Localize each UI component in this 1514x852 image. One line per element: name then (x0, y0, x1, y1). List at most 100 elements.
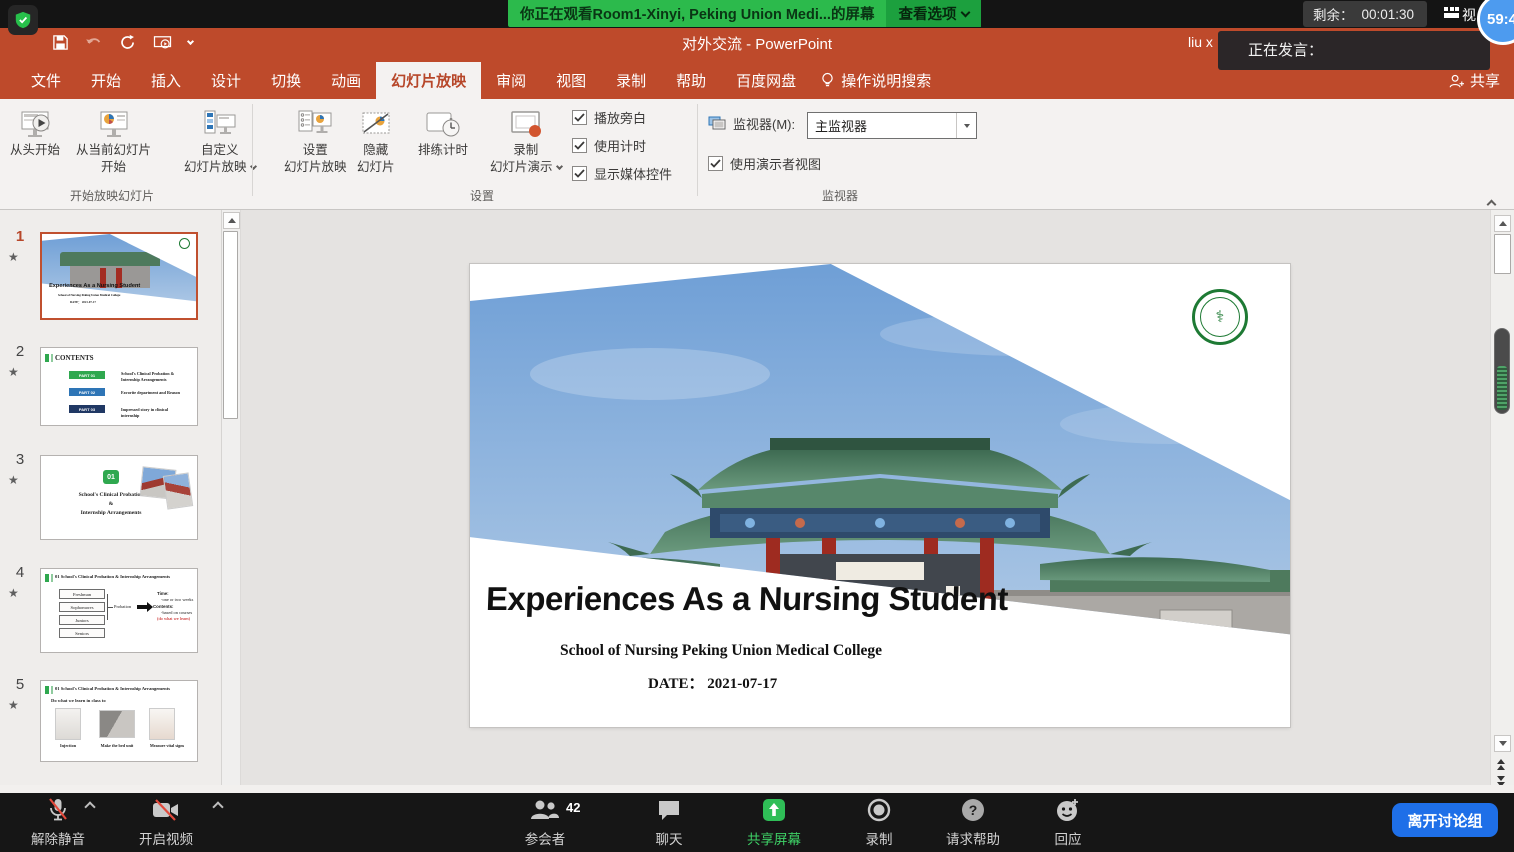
thumbnail-scrollbar[interactable] (222, 210, 241, 793)
thumb5-photo (55, 708, 81, 740)
share-screen-button[interactable]: 共享屏幕 (738, 795, 810, 848)
tab-file[interactable]: 文件 (16, 62, 76, 99)
chat-button[interactable]: 聊天 (634, 795, 704, 848)
lightbulb-icon (821, 72, 834, 89)
scrollbar-thumb[interactable] (223, 231, 238, 419)
thumbnail-slide-4[interactable]: 01 School's Clinical Probation & Interns… (40, 568, 198, 653)
tab-transitions[interactable]: 切换 (256, 62, 316, 99)
hide-slide-icon (360, 107, 392, 141)
start-video-button[interactable]: 开启视频 (124, 795, 208, 848)
meeting-audio-level-indicator (1494, 328, 1510, 414)
thumb3-badge: 01 (103, 470, 119, 484)
custom-slideshow-icon (203, 107, 237, 141)
dropdown-arrow-icon[interactable] (956, 113, 976, 138)
tab-help[interactable]: 帮助 (661, 62, 721, 99)
share-screen-icon (760, 795, 788, 825)
monitor-dropdown-value: 主监视器 (808, 116, 956, 135)
monitor-icon (708, 116, 726, 132)
muted-mic-icon (46, 795, 70, 825)
person-add-icon (1448, 73, 1464, 89)
play-narrations-checkbox[interactable]: 播放旁白 (572, 108, 646, 127)
animation-star-icon: ★ (8, 473, 19, 487)
slide-title: Experiences As a Nursing Student (485, 580, 1008, 618)
thumbnail-slide-2[interactable]: CONTENTS PART 01 PART 02 PART 03 School'… (40, 347, 198, 426)
ask-for-help-button[interactable]: ? 请求帮助 (935, 795, 1011, 848)
slide-subtitle: School of Nursing Peking Union Medical C… (560, 642, 882, 660)
hide-slide-button[interactable]: 隐藏 幻灯片 (357, 107, 395, 175)
remaining-time: 剩余： 00:01:30 (1303, 1, 1427, 27)
view-options-button[interactable]: 查看选项 (886, 0, 981, 27)
unmute-button[interactable]: 解除静音 (18, 795, 98, 848)
tab-slideshow[interactable]: 幻灯片放映 (376, 62, 481, 99)
tab-animations[interactable]: 动画 (316, 62, 376, 99)
from-beginning-button[interactable]: 从头开始 (10, 107, 60, 158)
thumbnail-slide-5[interactable]: 01 School's Clinical Probation & Interns… (40, 680, 198, 762)
arrow-icon (137, 605, 147, 609)
slide-date: DATE： 2021-07-17 (648, 672, 777, 693)
tab-review[interactable]: 审阅 (481, 62, 541, 99)
custom-slideshow-button[interactable]: 自定义 幻灯片放映 (184, 107, 256, 175)
tab-view[interactable]: 视图 (541, 62, 601, 99)
from-current-slide-button[interactable]: 从当前幻灯片 开始 (76, 107, 151, 175)
thumb5-photo (149, 708, 175, 740)
thumb-number-2: 2 (10, 343, 30, 360)
college-logo: ⚕ (1192, 289, 1248, 345)
tab-baidu-netdisk[interactable]: 百度网盘 (721, 62, 811, 99)
previous-slide-button[interactable] (1497, 759, 1505, 770)
group-label-start: 开始放映幻灯片 (70, 187, 154, 204)
set-up-slideshow-button[interactable]: 设置 幻灯片放映 (284, 107, 347, 175)
speaking-indicator: 正在发言： (1218, 31, 1490, 70)
monitor-label: 监视器(M): (733, 114, 795, 133)
thumb3-photo (163, 472, 193, 509)
animation-star-icon: ★ (8, 365, 19, 379)
thumb-number-3: 3 (10, 451, 30, 468)
thumb1-photo (42, 234, 196, 318)
thumbnail-slide-1[interactable]: Experiences As a Nursing Student School … (40, 232, 198, 320)
slide-canvas[interactable]: ⚕ Experiences As a Nursing Student Schoo… (470, 264, 1290, 727)
tab-home[interactable]: 开始 (76, 62, 136, 99)
scroll-up-button[interactable] (1494, 215, 1511, 232)
thumb5-photo (99, 710, 135, 738)
view-button-label[interactable]: 视 (1462, 5, 1476, 25)
use-presenter-view-checkbox[interactable]: 使用演示者视图 (708, 154, 821, 173)
from-current-slide-icon (97, 107, 131, 141)
tab-insert[interactable]: 插入 (136, 62, 196, 99)
video-off-icon (151, 795, 181, 825)
thumb1-title: Experiences As a Nursing Student (49, 283, 141, 289)
participants-icon (529, 795, 561, 825)
scroll-down-button[interactable] (1494, 735, 1511, 752)
scrollbar-thumb[interactable] (1494, 234, 1511, 274)
animation-star-icon: ★ (8, 250, 19, 264)
thumb-number-4: 4 (10, 564, 30, 581)
tab-record[interactable]: 录制 (601, 62, 661, 99)
show-media-controls-checkbox[interactable]: 显示媒体控件 (572, 164, 672, 183)
use-timings-checkbox[interactable]: 使用计时 (572, 136, 646, 155)
record-slideshow-button[interactable]: 录制 幻灯片演示 (490, 107, 562, 175)
participants-count: 42 (566, 800, 580, 815)
workspace: 1 ★ Experiences As a Nursing Student Sch… (0, 210, 1514, 793)
ribbon: 从头开始 从当前幻灯片 开始 自定义 幻灯片放映 设置 幻灯片放映 隐藏 幻灯片… (0, 99, 1514, 210)
slide-editor-area: ⚕ Experiences As a Nursing Student Schoo… (241, 210, 1490, 793)
main-scrollbar[interactable] (1490, 210, 1514, 793)
meeting-security-icon[interactable] (8, 5, 38, 35)
thumb1-logo (179, 238, 190, 249)
chevron-down-icon (555, 162, 562, 169)
set-up-slideshow-icon (297, 107, 333, 141)
layout-grid-icon[interactable] (1444, 7, 1459, 20)
record-button[interactable]: 录制 (850, 795, 908, 848)
rehearse-timings-button[interactable]: 排练计时 (418, 107, 468, 158)
leave-breakout-button[interactable]: 离开讨论组 (1392, 803, 1498, 837)
animation-star-icon: ★ (8, 698, 19, 712)
remaining-label: 剩余： (1313, 4, 1354, 24)
thumb-number-1: 1 (10, 228, 30, 245)
reactions-button[interactable]: 回应 (1038, 795, 1098, 848)
tell-me-search[interactable]: 操作说明搜索 (811, 62, 941, 99)
account-name[interactable]: liu x (1188, 34, 1213, 50)
thumbnail-slide-3[interactable]: 01 School's Clinical Probation & Interns… (40, 455, 198, 540)
screen: 你正在观看Room1-Xinyi, Peking Union Medi...的屏… (0, 0, 1514, 852)
record-slideshow-icon (508, 107, 544, 141)
tab-design[interactable]: 设计 (196, 62, 256, 99)
scroll-up-button[interactable] (223, 212, 240, 229)
checkbox-checked-icon (708, 156, 723, 171)
monitor-dropdown[interactable]: 主监视器 (807, 112, 977, 139)
